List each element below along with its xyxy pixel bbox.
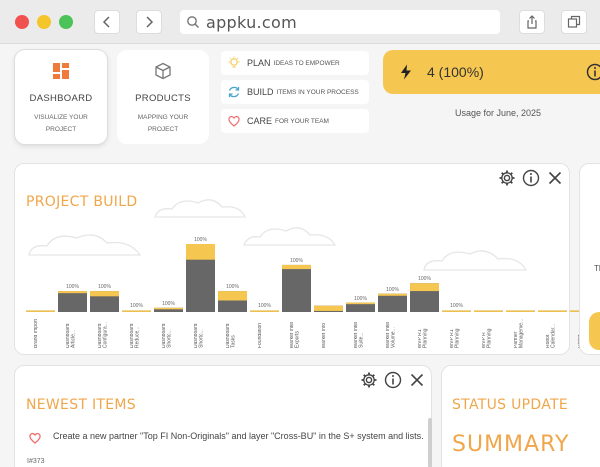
chart-bar [378,293,407,312]
chart-bar [250,310,279,312]
chart-bar-segment-top [122,310,151,312]
chart-bar [90,291,119,312]
chart-value-label: 100% [98,284,111,291]
chart-category-label: Robot Calendar... [546,323,557,348]
chart-bar [410,283,439,312]
chart-bar [442,310,471,312]
chart-category-label: MVP R1 Planning [450,328,461,348]
chart-category-label: MVP R1 Planning [418,328,429,348]
chart-bar [314,305,343,312]
chart-bar-segment-top [378,293,407,296]
chart-value-label: 100% [162,300,175,307]
status-update-title: STATUS UPDATE [452,397,568,413]
newest-item-text[interactable]: Create a new partner "Top FI Non-Origina… [53,429,427,444]
right-partial-panel: Th [579,163,600,355]
chart-category-label: Market Intel Suite... [354,321,365,348]
heart-icon[interactable] [28,431,42,445]
newest-item-id: I#373 [27,458,45,465]
chart-bar [506,310,535,312]
chart-value-label: 100% [66,284,79,291]
chart-bar-segment-top [474,310,503,312]
chart-bar [282,264,311,312]
chart-category-label: Dashboard Article... [66,323,77,348]
chart-bar [346,302,375,312]
chart-category-label: Partner Manageme... [514,318,525,348]
chart-bar-segment-top [410,283,439,292]
chart-value-label: 100% [386,286,399,293]
chart-bar-segment-top [314,305,343,311]
chart-bar-segment-top [506,310,535,312]
chart-value-label: 100% [130,303,143,310]
chart-bar-segment-top [442,310,471,312]
newest-items-title: NEWEST ITEMS [26,397,136,413]
chart-value-label: 100% [418,276,431,283]
chart-category-label: Market Intel Volume... [386,321,397,348]
chart-bar-segment-top [218,291,247,301]
chart-value-label: 100% [194,237,207,243]
chart-category-label: Brand Import [34,319,39,348]
chart-category-label: Market Intel Exports [290,321,301,348]
chart-bar-segment-top [90,291,119,297]
chart-bar-segment-top [346,302,375,305]
settings-button[interactable] [360,371,378,389]
chart-bar [538,310,567,312]
chart-bar [474,310,503,312]
gear-icon [361,372,377,388]
chart-bar-segment-top [250,310,279,312]
chart-category-label: Foundation [258,322,263,348]
chart-bar [218,291,247,312]
chart-bar-segment-base [378,293,407,312]
info-icon [384,371,402,389]
newest-items-toolbar [360,371,426,389]
chart-bar [26,310,55,312]
chart-category-label: MVP R Planning [482,328,493,348]
right-partial-button[interactable] [589,312,600,350]
chart-category-label: Dashboard Shortc... [162,323,173,348]
chart-value-label: 100% [258,303,271,310]
chart-category-label: Dashboard Configura... [98,322,109,348]
chart-value-label: 100% [226,284,239,291]
chart-bar-segment-base [282,264,311,312]
chart-bar [58,291,87,312]
right-partial-text: Th [594,264,600,273]
close-button[interactable] [408,371,426,389]
info-button[interactable] [384,371,402,389]
close-icon [410,373,424,387]
chart-value-label: 100% [450,303,463,310]
chart-category-label: Market Info [322,322,327,348]
newest-items-scrollbar[interactable] [428,418,432,467]
chart-value-label: 100% [290,257,303,264]
chart-bar-segment-top [58,291,87,294]
chart-bar [122,310,151,312]
chart-bar-segment-base [58,291,87,312]
chart-bar-segment-top [154,307,183,310]
status-summary-heading: SUMMARY [452,432,570,457]
chart-bar-segment-top [26,310,55,312]
chart-bar [154,307,183,312]
chart-category-label: Dashboard Tasks [226,323,237,348]
chart-bar-segment-top [538,310,567,312]
chart-value-label: 100% [354,295,367,302]
chart-bar [186,244,215,312]
chart-bar-segment-top [282,264,311,270]
chart-category-label: Dashboard Reduce... [130,323,141,348]
chart-category-label: Dashboard Shortc... [194,323,205,348]
chart-bar-segment-top [186,244,215,260]
